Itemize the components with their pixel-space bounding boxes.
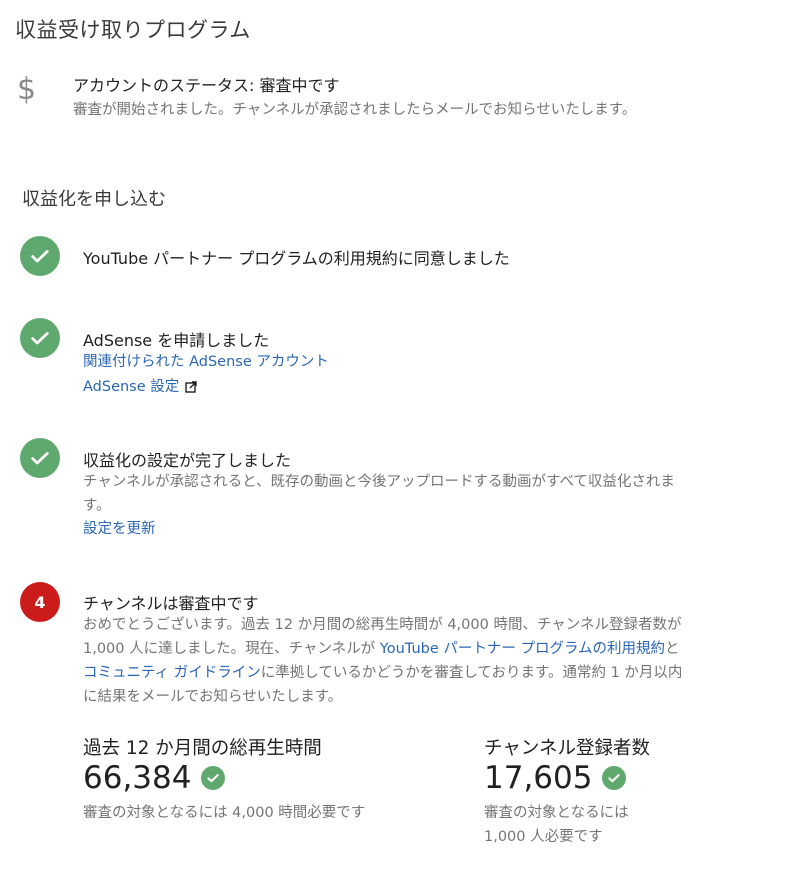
partner-program-terms-link[interactable]: YouTube パートナー プログラムの利用規約	[380, 641, 665, 657]
page-title: 収益受け取りプログラム	[15, 18, 251, 42]
step-3-desc: チャンネルが承認されると、既存の動画と今後アップロードする動画がすべて収益化され…	[83, 474, 675, 514]
adsense-settings-link[interactable]: AdSense 設定	[83, 375, 197, 399]
section-title: 収益化を申し込む	[22, 189, 166, 210]
step-1-title: YouTube パートナー プログラムの利用規約に同意しました	[83, 249, 510, 268]
subscribers-label: チャンネル登録者数	[484, 738, 650, 759]
update-settings-link[interactable]: 設定を更新	[83, 517, 156, 541]
step-4-desc-text: と	[665, 641, 680, 657]
check-circle-icon	[20, 318, 60, 358]
step-4-desc: おめでとうございます。過去 12 か月間の総再生時間が 4,000 時間、チャン…	[83, 613, 683, 709]
external-link-icon	[185, 381, 197, 393]
check-circle-icon	[201, 766, 226, 790]
step-3-title: 収益化の設定が完了しました	[83, 451, 292, 470]
check-circle-icon	[20, 236, 60, 276]
watch-hours-number: 66,384	[83, 760, 192, 796]
step-number-badge: 4	[20, 582, 60, 622]
step-4-title: チャンネルは審査中です	[83, 594, 259, 613]
subscribers-value: 17,605	[484, 760, 627, 796]
check-circle-icon	[602, 766, 627, 790]
account-status-desc: 審査が開始されました。チャンネルが承認されましたらメールでお知らせいたします。	[73, 102, 637, 118]
account-status-title: アカウントのステータス: 審査中です	[73, 76, 340, 95]
subscribers-note: 審査の対象となるには 1,000 人必要です	[484, 805, 629, 845]
watch-hours-note: 審査の対象となるには 4,000 時間必要です	[83, 805, 366, 821]
dollar-icon: $	[17, 72, 37, 107]
step-2-title: AdSense を申請しました	[83, 331, 270, 350]
subscribers-number: 17,605	[484, 760, 593, 796]
linked-adsense-account-link[interactable]: 関連付けられた AdSense アカウント	[83, 350, 329, 374]
watch-hours-value: 66,384	[83, 760, 226, 796]
check-circle-icon	[20, 438, 60, 478]
adsense-settings-label: AdSense 設定	[83, 379, 180, 395]
watch-hours-label: 過去 12 か月間の総再生時間	[83, 738, 322, 759]
community-guidelines-link[interactable]: コミュニティ ガイドライン	[83, 665, 261, 681]
